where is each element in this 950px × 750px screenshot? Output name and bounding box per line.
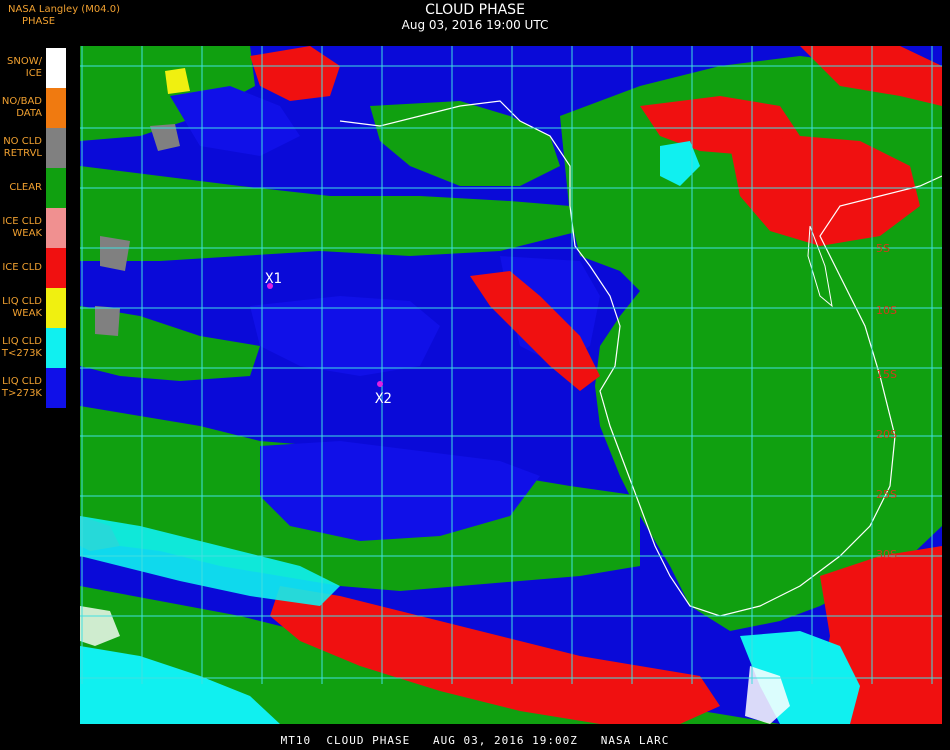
- legend-label: NO CLD RETRVL: [3, 136, 42, 159]
- marker-x2[interactable]: X2: [375, 381, 392, 407]
- phase-legend: SNOW/ ICE NO/BAD DATA NO CLD RETRVL CLEAR IC…: [0, 48, 66, 408]
- legend-label: ICE CLD: [2, 262, 42, 273]
- legend-swatch: [46, 368, 66, 408]
- legend-row: ICE CLD WEAK: [0, 208, 66, 252]
- legend-row: LIQ CLD T<273K: [0, 328, 66, 372]
- legend-swatch: [46, 328, 66, 368]
- legend-label: ICE CLD WEAK: [2, 216, 42, 239]
- legend-label: SNOW/ ICE: [7, 56, 42, 79]
- legend-swatch: [46, 168, 66, 208]
- marker-x2-dot: [377, 381, 383, 387]
- map-canvas: 5S 10S 15S 20S 25S 30S X1 X2: [80, 46, 942, 724]
- legend-label: CLEAR: [9, 182, 42, 193]
- legend-row: SNOW/ ICE: [0, 48, 66, 92]
- legend-label: NO/BAD DATA: [1, 96, 42, 119]
- cloud-phase-map[interactable]: 5S 10S 15S 20S 25S 30S X1 X2: [80, 46, 942, 724]
- legend-row: NO CLD RETRVL: [0, 128, 66, 172]
- marker-x1[interactable]: X1: [265, 271, 282, 289]
- latitude-label: 15S: [876, 368, 897, 381]
- legend-row: LIQ CLD T>273K: [0, 368, 66, 412]
- marker-x1-label: X1: [265, 271, 282, 287]
- legend-swatch: [46, 208, 66, 248]
- marker-x2-label: X2: [375, 391, 392, 407]
- legend-label: LIQ CLD WEAK: [2, 296, 42, 319]
- page-title: CLOUD PHASE: [425, 2, 525, 18]
- legend-swatch: [46, 288, 66, 328]
- page-datetime: Aug 03, 2016 19:00 UTC: [401, 18, 549, 32]
- legend-label: LIQ CLD T>273K: [1, 376, 42, 399]
- latitude-label: 5S: [876, 242, 890, 255]
- latitude-label: 25S: [876, 488, 897, 501]
- legend-swatch: [46, 48, 66, 88]
- legend-label: LIQ CLD T<273K: [1, 336, 42, 359]
- legend-swatch: [46, 128, 66, 168]
- legend-row: LIQ CLD WEAK: [0, 288, 66, 332]
- legend-row: ICE CLD: [0, 248, 66, 292]
- legend-swatch: [46, 248, 66, 288]
- latitude-label: 10S: [876, 304, 897, 317]
- footer-caption: MT10 CLOUD PHASE AUG 03, 2016 19:00Z NAS…: [280, 734, 670, 747]
- legend-swatch: [46, 88, 66, 128]
- legend-row: NO/BAD DATA: [0, 88, 66, 132]
- latitude-label: 30S: [876, 548, 897, 561]
- legend-row: CLEAR: [0, 168, 66, 212]
- latitude-label: 20S: [876, 428, 897, 441]
